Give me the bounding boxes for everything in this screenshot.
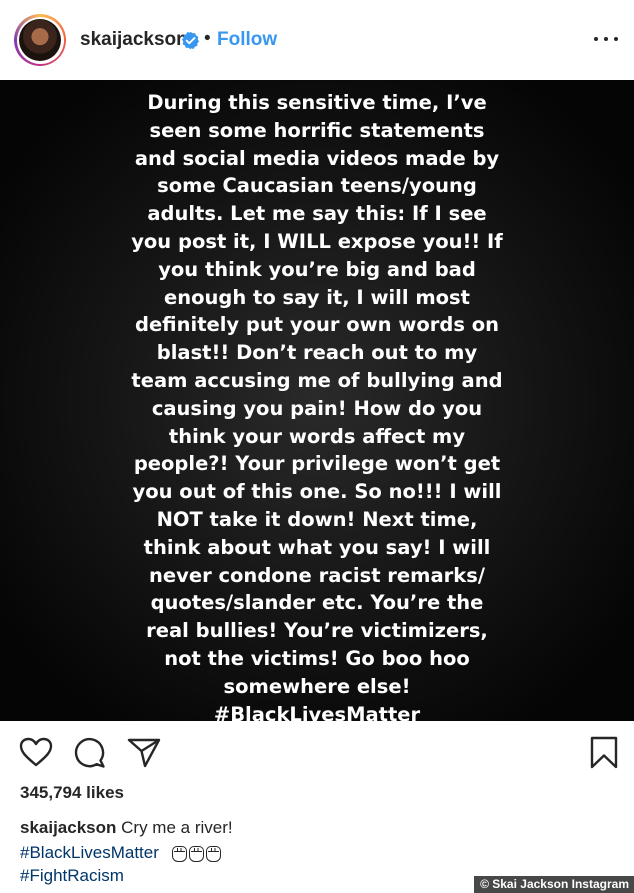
story-line: and social media videos made by [134,146,500,170]
likes-count[interactable]: 345,794 likes [20,783,124,803]
story-line: think your words affect my [168,424,466,448]
bookmark-icon[interactable] [589,736,619,770]
action-bar [0,727,634,777]
story-line: quotes/slander etc. You’re the [150,591,484,615]
story-line: team accusing me of bullying and [131,368,503,392]
story-line: NOT take it down! Next time, [156,507,478,531]
post-image: During this sensitive time, I’ve seen so… [0,80,634,721]
like-heart-icon[interactable] [19,737,53,767]
raised-fist-icon [171,845,187,862]
caption-text: Cry me a river! [121,818,233,837]
separator-dot: • [204,28,211,49]
story-line: some Caucasian teens/young [157,174,477,198]
story-line: never condone racist remarks/ [149,563,485,587]
story-line: definitely put your own words on [134,313,500,337]
comment-icon[interactable] [73,736,106,769]
follow-button[interactable]: Follow [217,29,277,51]
story-text: During this sensitive time, I’ve seen so… [0,89,634,721]
photo-credit: © Skai Jackson Instagram [474,876,634,893]
avatar-border [16,16,64,64]
story-line: not the victims! Go boo hoo [164,646,470,670]
avatar[interactable] [14,14,66,66]
story-line: During this sensitive time, I’ve [147,91,487,114]
story-line: you think you’re big and bad [158,257,476,281]
post-header: skaijackson • Follow [0,0,634,80]
story-line: you out of this one. So no!!! I will [132,480,502,504]
story-line: blast!! Don’t reach out to my [156,341,478,365]
raised-fist-icon [205,845,221,862]
story-line: you post it, I WILL expose you!! If [131,229,503,253]
hashtag-link[interactable]: #FightRacism [20,866,124,885]
story-line: people?! Your privilege won’t get [133,452,501,476]
raised-fist-icon [188,845,204,862]
story-line: somewhere else! [223,674,411,698]
verified-badge-icon [181,31,200,50]
story-line: think about what you say! I will [143,535,491,559]
story-line: real bullies! You’re victimizers, [146,619,488,643]
username-link[interactable]: skaijackson [80,29,188,51]
story-line: seen some horrific statements [149,118,485,142]
story-line: adults. Let me say this: If I see [147,202,487,226]
hashtag-link[interactable]: #BlackLivesMatter [20,843,159,862]
avatar-photo [19,19,61,61]
raised-fist-emoji-group [171,845,221,862]
caption-hashtag-line: #FightRacism [20,866,124,886]
story-line: causing you pain! How do you [151,396,483,420]
caption: skaijackson Cry me a river! [20,818,233,838]
more-options-icon[interactable] [594,34,618,44]
story-line: enough to say it, I will most [164,285,470,309]
share-icon[interactable] [127,737,161,768]
caption-hashtag-line: #BlackLivesMatter [20,843,221,863]
caption-username[interactable]: skaijackson [20,818,116,837]
story-hashtag: #BlackLivesMatter [213,702,421,721]
